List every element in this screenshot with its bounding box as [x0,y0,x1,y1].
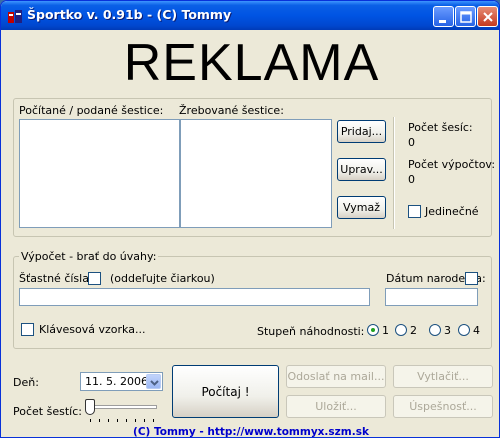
ad-banner: REKLAMA [123,34,380,92]
minimize-icon [439,20,446,23]
slider-tick [117,419,118,422]
slider-tick [126,419,127,422]
delete-button[interactable]: Vymaž [337,196,386,219]
counted-sixes-label: Počítané / podané šestice: [19,104,164,117]
slider-tick [144,419,145,422]
vertical-separator [393,117,395,229]
randomness-radio-2[interactable] [395,324,407,336]
randomness-label: Stupeň náhodnosti: [257,325,365,338]
date-value: 11. 5. 2006 [85,375,148,388]
unique-checkbox[interactable] [408,205,421,218]
keyboard-pattern-label: Klávesová vzorka... [39,323,146,336]
randomness-option-1: 1 [382,324,389,337]
birth-date-input[interactable] [385,288,478,306]
randomness-radio-1[interactable] [367,324,379,336]
title-bar[interactable]: Športko v. 0.91b - (C) Tommy [1,1,499,30]
slider-tick [108,419,109,422]
lucky-numbers-label: Šťastné čísla: [19,272,93,285]
count-sixes-slider-label: Počet šestíc: [13,405,82,418]
date-picker[interactable]: 11. 5. 2006 [80,372,163,391]
lucky-numbers-checkbox[interactable] [88,272,101,285]
send-mail-button[interactable]: Odoslať na mail... [286,365,386,388]
birth-date-checkbox[interactable] [465,272,478,285]
day-label: Deň: [13,376,39,389]
print-button[interactable]: Vytlačiť... [393,365,493,388]
randomness-radio-4[interactable] [458,324,470,336]
randomness-option-2: 2 [410,324,417,337]
randomness-option-3: 3 [444,324,451,337]
app-icon [8,10,22,23]
slider-tick [90,419,91,422]
lucky-numbers-input[interactable] [19,288,370,306]
count-sixes-slider-thumb[interactable] [85,399,95,415]
maximize-button[interactable] [455,6,476,27]
keyboard-pattern-checkbox[interactable] [21,323,34,336]
chevron-down-icon [150,380,159,386]
drawn-sixes-label: Žrebované šestice: [179,104,284,117]
compute-button[interactable]: Počítaj ! [172,365,279,418]
count-sixes-slider-track[interactable] [87,405,157,409]
minimize-button[interactable] [433,6,454,27]
add-button[interactable]: Pridaj... [337,120,386,143]
slider-tick [135,419,136,422]
randomness-radio-3[interactable] [429,324,441,336]
close-icon [483,12,493,22]
randomness-option-4: 4 [473,324,480,337]
count-calc-label: Počet výpočtov: [408,158,496,171]
footer-link[interactable]: (C) Tommy - http://www.tommyx.szm.sk [1,426,499,437]
slider-tick [153,419,154,422]
count-calc-value: 0 [408,173,415,186]
calculation-group-title: Výpočet - brať do úvahy: [19,250,159,263]
date-dropdown-button[interactable] [146,374,161,389]
counted-sixes-list[interactable] [19,119,180,228]
drawn-sixes-list[interactable] [180,119,332,228]
close-button[interactable] [477,6,498,27]
save-button[interactable]: Uložiť... [286,395,386,418]
maximize-icon [460,11,472,23]
window-title: Športko v. 0.91b - (C) Tommy [27,7,232,22]
count-sixes-label: Počet šesíc: [408,121,473,134]
edit-button[interactable]: Uprav... [337,158,386,181]
slider-tick [99,419,100,422]
lucky-numbers-hint: (oddeľujte čiarkou) [110,272,215,285]
unique-label: Jedinečné [425,205,479,218]
main-window: Športko v. 0.91b - (C) Tommy REKLAMA Poč… [0,0,500,438]
count-sixes-value: 0 [408,136,415,149]
success-rate-button[interactable]: Úspešnosť... [393,395,493,418]
